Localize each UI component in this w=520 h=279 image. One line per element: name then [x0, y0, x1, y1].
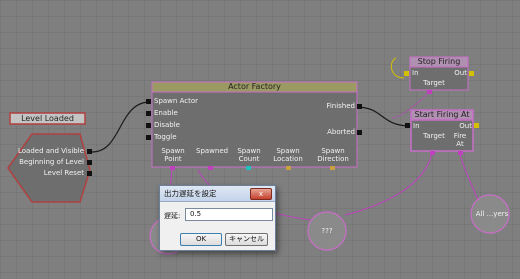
actor-factory-in-disable: Disable — [154, 121, 180, 129]
level-loaded-out-loaded: Loaded and Visible — [17, 147, 84, 155]
actor-factory-var-count: Spawn Count — [237, 147, 261, 163]
level-loaded-title: Level Loaded — [21, 114, 74, 123]
start-firing-in: In — [413, 122, 420, 130]
actor-factory-out-aborted: Aborted — [327, 128, 355, 136]
actor-factory-var-location: Spawn Location — [273, 147, 303, 163]
actor-factory-in-spawn: Spawn Actor — [154, 97, 198, 105]
dialog-title: 出力遅延を設定 — [164, 189, 217, 198]
start-firing-out: Out — [459, 122, 472, 130]
actor-factory-var-spawned: Spawned — [196, 147, 229, 155]
dialog-close-button[interactable]: x — [250, 188, 272, 200]
actor-factory-out-finished: Finished — [326, 102, 355, 110]
set-delay-dialog: 出力遅延を設定 x 遅延: 0.5 OK キャンセル — [159, 185, 276, 251]
delay-label: 遅延: — [164, 212, 181, 220]
actor-factory-title: Actor Factory — [228, 82, 281, 91]
start-firing-var-fireat: Fire At — [453, 132, 467, 148]
actor-factory-var-direction: Spawn Direction — [317, 147, 349, 163]
start-firing-var-target: Target — [423, 132, 445, 140]
delay-input[interactable]: 0.5 — [185, 208, 273, 221]
kismet-canvas[interactable]: Level Loaded Loaded and Visible Beginnin… — [0, 0, 520, 279]
actor-factory-var-spawnpoint: Spawn Point — [161, 147, 185, 163]
stop-firing-title: Stop Firing — [417, 57, 461, 66]
actor-factory-in-toggle: Toggle — [154, 133, 177, 141]
stop-firing-in: In — [412, 69, 419, 77]
cancel-button[interactable]: キャンセル — [225, 233, 268, 246]
actor-factory-in-enable: Enable — [154, 109, 178, 117]
dialog-titlebar[interactable]: 出力遅延を設定 x — [160, 186, 275, 202]
stop-firing-target: Target — [423, 79, 445, 87]
level-loaded-out-beginning: Beginning of Level — [19, 158, 84, 166]
ok-button[interactable]: OK — [180, 233, 222, 246]
unknown-variable-label: ??? — [321, 227, 333, 235]
start-firing-title: Start Firing At — [414, 110, 470, 119]
all-players-variable-label: All ...yers — [475, 210, 509, 218]
level-loaded-out-reset: Level Reset — [43, 169, 84, 177]
stop-firing-out: Out — [454, 69, 467, 77]
